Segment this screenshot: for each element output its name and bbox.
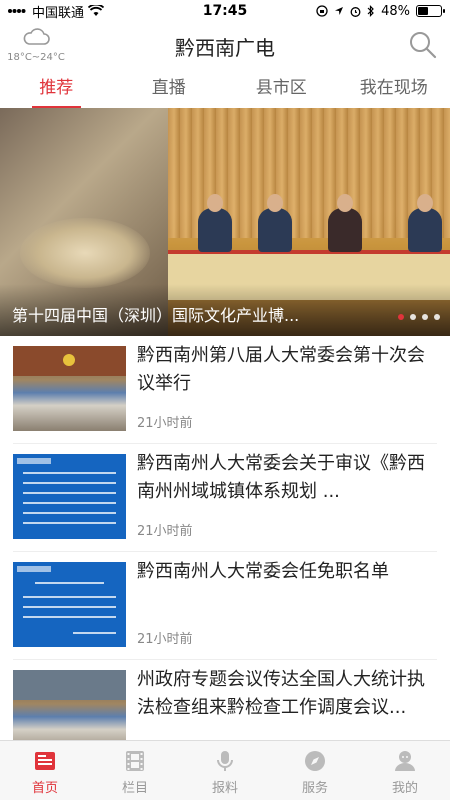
news-item[interactable]: 黔西南州第八届人大常委会第十次会议举行 21小时前 <box>13 336 437 444</box>
carousel-dot[interactable] <box>398 314 404 320</box>
tab-counties[interactable]: 县市区 <box>225 70 338 108</box>
nav-label: 我的 <box>391 781 418 796</box>
tab-on-site[interactable]: 我在现场 <box>338 70 450 108</box>
carousel-dots <box>398 314 440 320</box>
nav-home[interactable]: 首页 <box>0 741 90 800</box>
news-thumbnail <box>13 562 126 647</box>
app-header: 18°C~24°C 黔西南广电 <box>0 22 450 68</box>
news-time: 21小时前 <box>137 524 193 539</box>
hero-banner[interactable]: 第十四届中国（深圳）国际文化产业博... <box>0 108 450 336</box>
rotation-lock-icon <box>316 5 328 17</box>
carrier-name: 中国联通 <box>32 5 85 21</box>
signal-icon <box>8 9 26 13</box>
search-icon <box>410 32 437 59</box>
news-item[interactable]: 黔西南州人大常委会任免职名单 21小时前 <box>13 552 437 660</box>
app-title: 黔西南广电 <box>175 36 275 60</box>
hero-title[interactable]: 第十四届中国（深圳）国际文化产业博... <box>12 302 370 326</box>
compass-icon <box>305 751 325 771</box>
nav-services[interactable]: 服务 <box>270 741 360 800</box>
status-right: 48% <box>316 3 445 19</box>
search-button[interactable] <box>408 30 438 60</box>
nav-label: 首页 <box>31 781 58 796</box>
nav-label: 报料 <box>211 781 238 796</box>
microphone-icon <box>217 751 233 771</box>
tab-live[interactable]: 直播 <box>113 70 226 108</box>
carousel-dot[interactable] <box>410 314 416 320</box>
news-item[interactable]: 黔西南州人大常委会关于审议《黔西南州州域城镇体系规划 ... 21小时前 <box>13 444 437 552</box>
battery-icon <box>416 5 445 17</box>
nav-columns[interactable]: 栏目 <box>90 741 180 800</box>
tab-recommend[interactable]: 推荐 <box>0 70 113 108</box>
news-title: 黔西南州人大常委会任免职名单 <box>137 561 389 582</box>
news-title: 黔西南州第八届人大常委会第十次会议举行 <box>137 345 425 394</box>
bottom-navigation: 首页 栏目 报料 服务 我的 <box>0 740 450 800</box>
battery-percent: 48% <box>381 3 410 19</box>
film-icon <box>126 751 144 771</box>
nav-profile[interactable]: 我的 <box>360 741 450 800</box>
news-list: 黔西南州第八届人大常委会第十次会议举行 21小时前 黔西南州人大常委会关于审议《… <box>0 336 450 768</box>
alarm-icon <box>350 6 361 17</box>
carousel-dot[interactable] <box>434 314 440 320</box>
news-thumbnail <box>13 454 126 539</box>
status-bar: 中国联通 17:45 48% <box>0 0 450 22</box>
channel-tabs: 推荐 直播 县市区 我在现场 <box>0 70 450 108</box>
nav-report[interactable]: 报料 <box>180 741 270 800</box>
carousel-dot[interactable] <box>422 314 428 320</box>
home-news-icon <box>35 752 55 770</box>
news-title: 黔西南州人大常委会关于审议《黔西南州州域城镇体系规划 ... <box>137 453 425 502</box>
news-thumbnail <box>13 346 126 431</box>
bluetooth-icon <box>367 5 374 17</box>
nav-label: 服务 <box>301 781 328 796</box>
location-icon <box>335 7 344 15</box>
wifi-icon <box>88 5 105 16</box>
user-icon <box>395 751 415 771</box>
status-left: 中国联通 <box>8 2 105 21</box>
nav-label: 栏目 <box>121 781 148 796</box>
news-title: 州政府专题会议传达全国人大统计执法检查组来黔检查工作调度会议... <box>137 669 425 718</box>
news-time: 21小时前 <box>137 632 193 647</box>
news-time: 21小时前 <box>137 416 193 431</box>
